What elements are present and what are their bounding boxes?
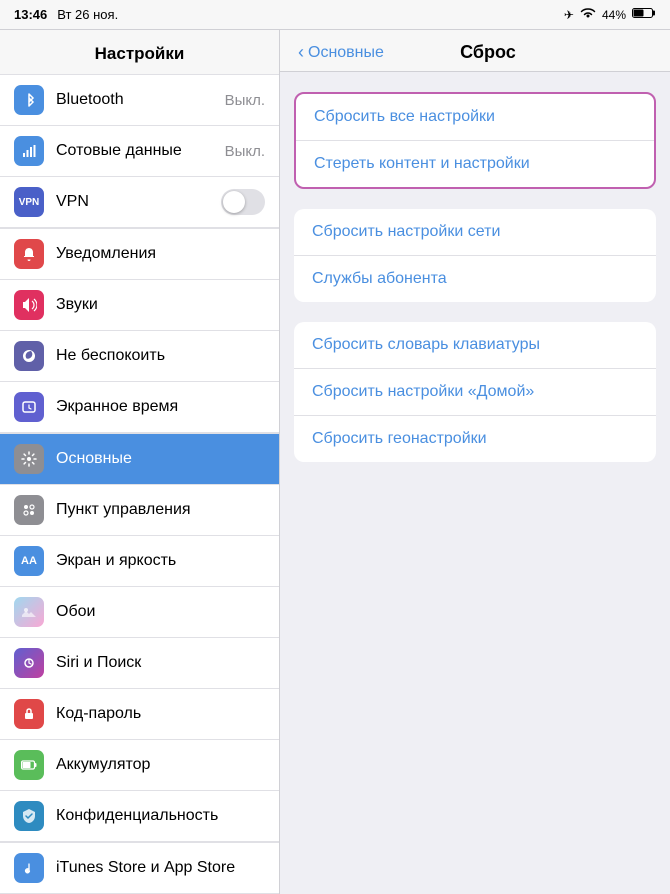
control-icon [14, 495, 44, 525]
sidebar-title: Настройки [0, 30, 279, 74]
battery-icon [632, 7, 656, 22]
status-bar: 13:46 Вт 26 ноя. ✈ 44% [0, 0, 670, 30]
back-button[interactable]: ‹ Основные [298, 42, 384, 63]
sidebar-section-connectivity: Bluetooth Выкл. Сотовые данные Выкл. VPN… [0, 74, 279, 228]
general-label: Основные [56, 450, 265, 468]
battery-label: Аккумулятор [56, 756, 265, 774]
bluetooth-label: Bluetooth [56, 91, 225, 109]
control-label: Пункт управления [56, 501, 265, 519]
main-layout: Настройки Bluetooth Выкл. Сотовые данные… [0, 30, 670, 894]
airplane-icon: ✈ [564, 8, 574, 22]
sidebar-item-passcode[interactable]: Код-пароль [0, 689, 279, 740]
sidebar-section-middle: Уведомления Звуки Не беспокоить Экранное… [0, 228, 279, 433]
sidebar-item-control[interactable]: Пункт управления [0, 485, 279, 536]
passcode-label: Код-пароль [56, 705, 265, 723]
reset-keyboard-label: Сбросить словарь клавиатуры [312, 336, 540, 353]
sounds-label: Звуки [56, 296, 265, 314]
reset-home-label: Сбросить настройки «Домой» [312, 383, 534, 400]
screentime-icon [14, 392, 44, 422]
battery-percent: 44% [602, 8, 626, 22]
sounds-icon [14, 290, 44, 320]
erase-all-row[interactable]: Стереть контент и настройки [296, 141, 654, 187]
reset-keyboard-row[interactable]: Сбросить словарь клавиатуры [294, 322, 656, 369]
bluetooth-value: Выкл. [225, 92, 265, 109]
notifications-label: Уведомления [56, 245, 265, 263]
notifications-icon [14, 239, 44, 269]
sidebar-item-display[interactable]: AA Экран и яркость [0, 536, 279, 587]
sidebar-item-cellular[interactable]: Сотовые данные Выкл. [0, 126, 279, 177]
sidebar-item-screentime[interactable]: Экранное время [0, 382, 279, 433]
privacy-label: Конфиденциальность [56, 807, 265, 825]
sidebar-section-bottom: iTunes Store и App Store Пароли и учетны… [0, 842, 279, 894]
sidebar-section-main: Основные Пункт управления AA Экран и ярк… [0, 433, 279, 842]
sidebar-item-sounds[interactable]: Звуки [0, 280, 279, 331]
siri-icon [14, 648, 44, 678]
cellular-value: Выкл. [225, 143, 265, 160]
sidebar-item-notifications[interactable]: Уведомления [0, 228, 279, 280]
erase-all-label: Стереть контент и настройки [314, 155, 530, 172]
wallpaper-label: Обои [56, 603, 265, 621]
sidebar-item-vpn[interactable]: VPN VPN [0, 177, 279, 228]
content-body: Сбросить все настройки Стереть контент и… [280, 72, 670, 482]
reset-home-row[interactable]: Сбросить настройки «Домой» [294, 369, 656, 416]
sidebar-item-battery[interactable]: Аккумулятор [0, 740, 279, 791]
dnd-label: Не беспокоить [56, 347, 265, 365]
reset-group-highlighted: Сбросить все настройки Стереть контент и… [294, 92, 656, 189]
privacy-icon [14, 801, 44, 831]
carrier-services-label: Службы абонента [312, 270, 447, 287]
reset-network-row[interactable]: Сбросить настройки сети [294, 209, 656, 256]
sidebar-item-privacy[interactable]: Конфиденциальность [0, 791, 279, 842]
vpn-icon: VPN [14, 187, 44, 217]
back-label: Основные [308, 44, 384, 62]
reset-location-row[interactable]: Сбросить геонастройки [294, 416, 656, 462]
content-nav: ‹ Основные Сброс [280, 30, 670, 72]
battery-sidebar-icon [14, 750, 44, 780]
status-time: 13:46 [14, 7, 47, 22]
reset-group-keyboard: Сбросить словарь клавиатуры Сбросить нас… [294, 322, 656, 462]
reset-all-settings-row[interactable]: Сбросить все настройки [296, 94, 654, 141]
reset-all-label: Сбросить все настройки [314, 108, 495, 125]
reset-location-label: Сбросить геонастройки [312, 430, 487, 447]
bluetooth-icon [14, 85, 44, 115]
cellular-icon [14, 136, 44, 166]
back-chevron-icon: ‹ [298, 42, 304, 63]
screentime-label: Экранное время [56, 398, 265, 416]
sidebar-item-wallpaper[interactable]: Обои [0, 587, 279, 638]
reset-group-network: Сбросить настройки сети Службы абонента [294, 209, 656, 302]
general-icon [14, 444, 44, 474]
content-panel: ‹ Основные Сброс Сбросить все настройки … [280, 30, 670, 894]
sidebar-item-itunes[interactable]: iTunes Store и App Store [0, 842, 279, 894]
vpn-label: VPN [56, 193, 221, 211]
display-label: Экран и яркость [56, 552, 265, 570]
sidebar-item-dnd[interactable]: Не беспокоить [0, 331, 279, 382]
wifi-icon [580, 7, 596, 22]
status-date: Вт 26 ноя. [57, 7, 118, 22]
passcode-icon [14, 699, 44, 729]
sidebar-item-general[interactable]: Основные [0, 433, 279, 485]
dnd-icon [14, 341, 44, 371]
sidebar-item-bluetooth[interactable]: Bluetooth Выкл. [0, 74, 279, 126]
siri-label: Siri и Поиск [56, 654, 265, 672]
vpn-toggle[interactable] [221, 189, 265, 215]
reset-network-label: Сбросить настройки сети [312, 223, 500, 240]
carrier-services-row[interactable]: Службы абонента [294, 256, 656, 302]
wallpaper-icon [14, 597, 44, 627]
status-icons: ✈ 44% [564, 7, 656, 22]
itunes-icon [14, 853, 44, 883]
sidebar: Настройки Bluetooth Выкл. Сотовые данные… [0, 30, 280, 894]
display-icon: AA [14, 546, 44, 576]
itunes-label: iTunes Store и App Store [56, 859, 265, 877]
content-title: Сброс [384, 42, 592, 63]
sidebar-item-siri[interactable]: Siri и Поиск [0, 638, 279, 689]
cellular-label: Сотовые данные [56, 142, 225, 160]
